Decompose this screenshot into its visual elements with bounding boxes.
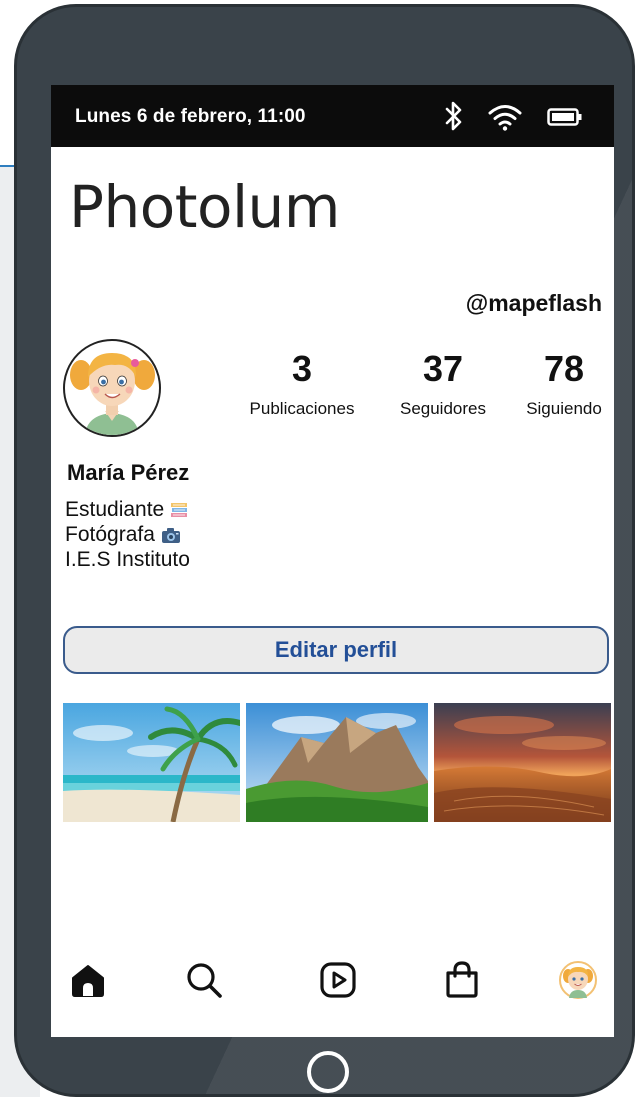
wifi-icon [488,105,522,131]
stat-followers[interactable]: 37 Seguidores [391,351,495,419]
bio-text: Estudiante [65,498,165,521]
stat-posts-label: Publicaciones [249,399,355,418]
edit-profile-button[interactable]: Editar perfil [63,626,609,674]
post-thumbnail-beach[interactable] [63,703,240,822]
bio-text: Fotógrafa [65,523,155,546]
phone-frame: Lunes 6 de febrero, 11:00 Photolum @mape… [14,4,635,1097]
stat-posts-value: 3 [291,348,313,389]
stat-posts[interactable]: 3 Publicaciones [240,351,364,419]
post-grid [63,703,611,823]
search-icon [187,963,222,998]
bio-line: Fotógrafa [65,522,190,547]
books-icon [171,502,188,517]
bio-text: I.E.S Instituto [65,548,190,571]
hardware-home-button[interactable] [307,1051,349,1093]
profile-avatar-icon [559,961,597,999]
bio-line: I.E.S Instituto [65,547,190,572]
stat-following-value: 78 [543,348,585,389]
shop-icon [446,961,478,998]
nav-search[interactable] [181,957,227,1003]
status-bar: Lunes 6 de febrero, 11:00 [51,85,614,147]
post-thumbnail-desert[interactable] [434,703,611,822]
battery-icon [547,108,582,126]
avatar-girl-illustration [70,353,155,435]
profile-avatar[interactable] [63,339,161,437]
nav-profile[interactable] [555,957,601,1003]
stat-followers-label: Seguidores [399,399,486,418]
reels-icon [320,962,356,998]
nav-shop[interactable] [439,957,485,1003]
app-title: Photolum [69,173,340,241]
bottom-nav [51,957,614,1017]
stat-following[interactable]: 78 Siguiendo [519,351,609,419]
nav-home[interactable] [65,957,111,1003]
nav-reels[interactable] [315,957,361,1003]
bio-line: Estudiante [65,497,190,522]
phone-screen: Lunes 6 de febrero, 11:00 Photolum @mape… [51,85,614,1037]
camera-icon [161,527,180,543]
post-thumbnail-mountains[interactable] [246,703,428,822]
profile-name: María Pérez [67,460,190,485]
bluetooth-icon [445,101,462,131]
home-icon [72,965,104,997]
profile-username: @mapeflash [465,290,602,316]
stat-followers-value: 37 [422,348,464,389]
stat-following-label: Siguiendo [526,399,602,418]
profile-bio: Estudiante Fotógrafa I.E.S Instituto [65,497,190,572]
status-datetime: Lunes 6 de febrero, 11:00 [75,106,306,127]
